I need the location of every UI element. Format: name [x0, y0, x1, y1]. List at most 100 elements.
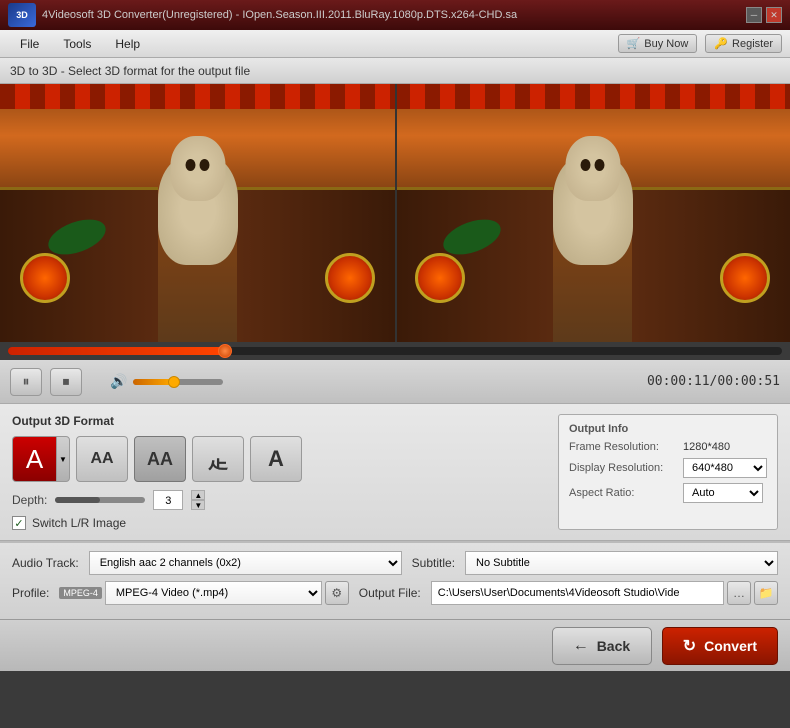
format-aa-button[interactable]: AA	[76, 436, 128, 482]
aspect-ratio-row: Aspect Ratio: Auto 4:3 16:9	[569, 483, 767, 503]
stop-icon: ⏹	[63, 373, 70, 390]
output-file-folder-button[interactable]: 📁	[754, 581, 778, 605]
convert-icon: ↻	[683, 636, 696, 656]
display-resolution-row: Display Resolution: 640*480 1280*720 192…	[569, 458, 767, 478]
profile-select[interactable]: MPEG-4 Video (*.mp4)	[105, 581, 322, 605]
depth-up-button[interactable]: ▲	[191, 490, 205, 500]
minimize-button[interactable]: ─	[746, 7, 762, 23]
window-title: 4Videosoft 3D Converter(Unregistered) - …	[42, 9, 746, 21]
video-left-half	[0, 84, 395, 342]
switch-lr-checkbox[interactable]: ✓	[12, 516, 26, 530]
menu-file[interactable]: File	[8, 33, 51, 55]
curtain-top-left	[0, 84, 395, 109]
menu-help[interactable]: Help	[103, 33, 152, 55]
depth-down-button[interactable]: ▼	[191, 500, 205, 510]
menu-tools[interactable]: Tools	[51, 33, 103, 55]
decor-circle-left	[20, 253, 70, 303]
red-a-letter: A	[26, 444, 43, 475]
volume-section: 🔊	[110, 373, 223, 390]
decor-circle-left-right	[415, 253, 465, 303]
display-res-select[interactable]: 640*480 1280*720 1920*1080	[683, 458, 767, 478]
volume-thumb[interactable]	[168, 376, 180, 388]
llama-head-right	[565, 136, 620, 201]
menu-items: File Tools Help	[8, 33, 618, 55]
profile-settings-button[interactable]: ⚙	[325, 581, 349, 605]
subtitle-bar-text: 3D to 3D - Select 3D format for the outp…	[10, 64, 250, 78]
convert-button[interactable]: ↻ Convert	[662, 627, 778, 665]
back-label: Back	[597, 638, 630, 654]
cart-icon: 🛒	[627, 37, 641, 50]
key-icon: 🔑	[714, 37, 728, 50]
format-btn-group-1: A ▼	[12, 436, 70, 482]
back-icon: ←	[573, 637, 589, 655]
stop-button[interactable]: ⏹	[50, 368, 82, 396]
format-label: Output 3D Format	[12, 414, 538, 428]
depth-section: Depth: 3 ▲ ▼	[12, 490, 538, 510]
audio-track-select[interactable]: English aac 2 channels (0x2)	[89, 551, 402, 575]
llama-body-right	[553, 155, 633, 265]
video-area	[0, 84, 790, 342]
llama-eye-left	[185, 159, 195, 171]
progress-thumb[interactable]	[218, 344, 232, 358]
format-area: Output 3D Format A ▼ AA AA 龰	[0, 404, 790, 541]
subtitle-label: Subtitle:	[412, 556, 455, 570]
output-file-dots-button[interactable]: …	[727, 581, 751, 605]
time-display: 00:00:11/00:00:51	[647, 374, 780, 389]
back-button[interactable]: ← Back	[552, 627, 652, 665]
pause-button[interactable]: ⏸	[10, 368, 42, 396]
video-divider	[395, 84, 397, 342]
audio-subtitle-row: Audio Track: English aac 2 channels (0x2…	[12, 551, 778, 575]
volume-icon: 🔊	[110, 373, 127, 390]
llama-body-left	[158, 155, 238, 265]
aspect-ratio-select[interactable]: Auto 4:3 16:9	[683, 483, 763, 503]
progress-area[interactable]	[0, 342, 790, 360]
format-buttons: A ▼ AA AA 龰 A	[12, 436, 538, 482]
display-res-label: Display Resolution:	[569, 462, 679, 474]
depth-value[interactable]: 3	[153, 490, 183, 510]
frame-resolution-row: Frame Resolution: 1280*480	[569, 441, 767, 453]
title-bar: 3D 4Videosoft 3D Converter(Unregistered)…	[0, 0, 790, 30]
format-red-a-button[interactable]: A	[12, 436, 56, 482]
output-info-panel: Output Info Frame Resolution: 1280*480 D…	[558, 414, 778, 530]
aa-letter: AA	[90, 450, 113, 468]
llama-eye-right-right	[595, 159, 605, 171]
format-bold-aa-button[interactable]: AA	[134, 436, 186, 482]
register-button[interactable]: 🔑 Register	[705, 34, 782, 53]
controls-area: ⏸ ⏹ 🔊 00:00:11/00:00:51	[0, 360, 790, 404]
output-info-title: Output Info	[569, 423, 767, 435]
progress-track[interactable]	[8, 347, 782, 355]
close-button[interactable]: ✕	[766, 7, 782, 23]
subtitle-select[interactable]: No Subtitle	[465, 551, 778, 575]
llama-head-left	[170, 136, 225, 201]
convert-label: Convert	[704, 638, 757, 654]
aspect-ratio-label: Aspect Ratio:	[569, 487, 679, 499]
format-dropdown-arrow[interactable]: ▼	[56, 436, 70, 482]
menu-bar: File Tools Help 🛒 Buy Now 🔑 Register	[0, 30, 790, 58]
action-bar: ← Back ↻ Convert	[0, 619, 790, 671]
menu-right-buttons: 🛒 Buy Now 🔑 Register	[618, 34, 782, 53]
format-left: Output 3D Format A ▼ AA AA 龰	[12, 414, 538, 530]
buy-now-button[interactable]: 🛒 Buy Now	[618, 34, 698, 53]
profile-codec-badge: MPEG-4	[59, 587, 102, 599]
format-char-button[interactable]: 龰	[192, 436, 244, 482]
depth-spinner: ▲ ▼	[191, 490, 205, 510]
switch-lr-section: ✓ Switch L/R Image	[12, 516, 538, 530]
frame-res-value: 1280*480	[683, 441, 730, 453]
bottom-area: Audio Track: English aac 2 channels (0x2…	[0, 542, 790, 619]
audio-track-label: Audio Track:	[12, 556, 79, 570]
video-right-half	[395, 84, 790, 342]
llama-eye-left-right	[580, 159, 590, 171]
curtain-top-right	[395, 84, 790, 109]
frame-res-label: Frame Resolution:	[569, 441, 679, 453]
output-file-input[interactable]	[431, 581, 724, 605]
depth-track[interactable]	[55, 497, 145, 503]
bold-aa-letter: AA	[147, 449, 173, 470]
app-logo: 3D	[8, 3, 36, 27]
window-controls: ─ ✕	[746, 7, 782, 23]
llama-eye-right	[200, 159, 210, 171]
buy-now-label: Buy Now	[644, 38, 688, 50]
volume-track[interactable]	[133, 379, 223, 385]
progress-fill	[8, 347, 225, 355]
switch-lr-label: Switch L/R Image	[32, 516, 126, 530]
format-single-a-button[interactable]: A	[250, 436, 302, 482]
